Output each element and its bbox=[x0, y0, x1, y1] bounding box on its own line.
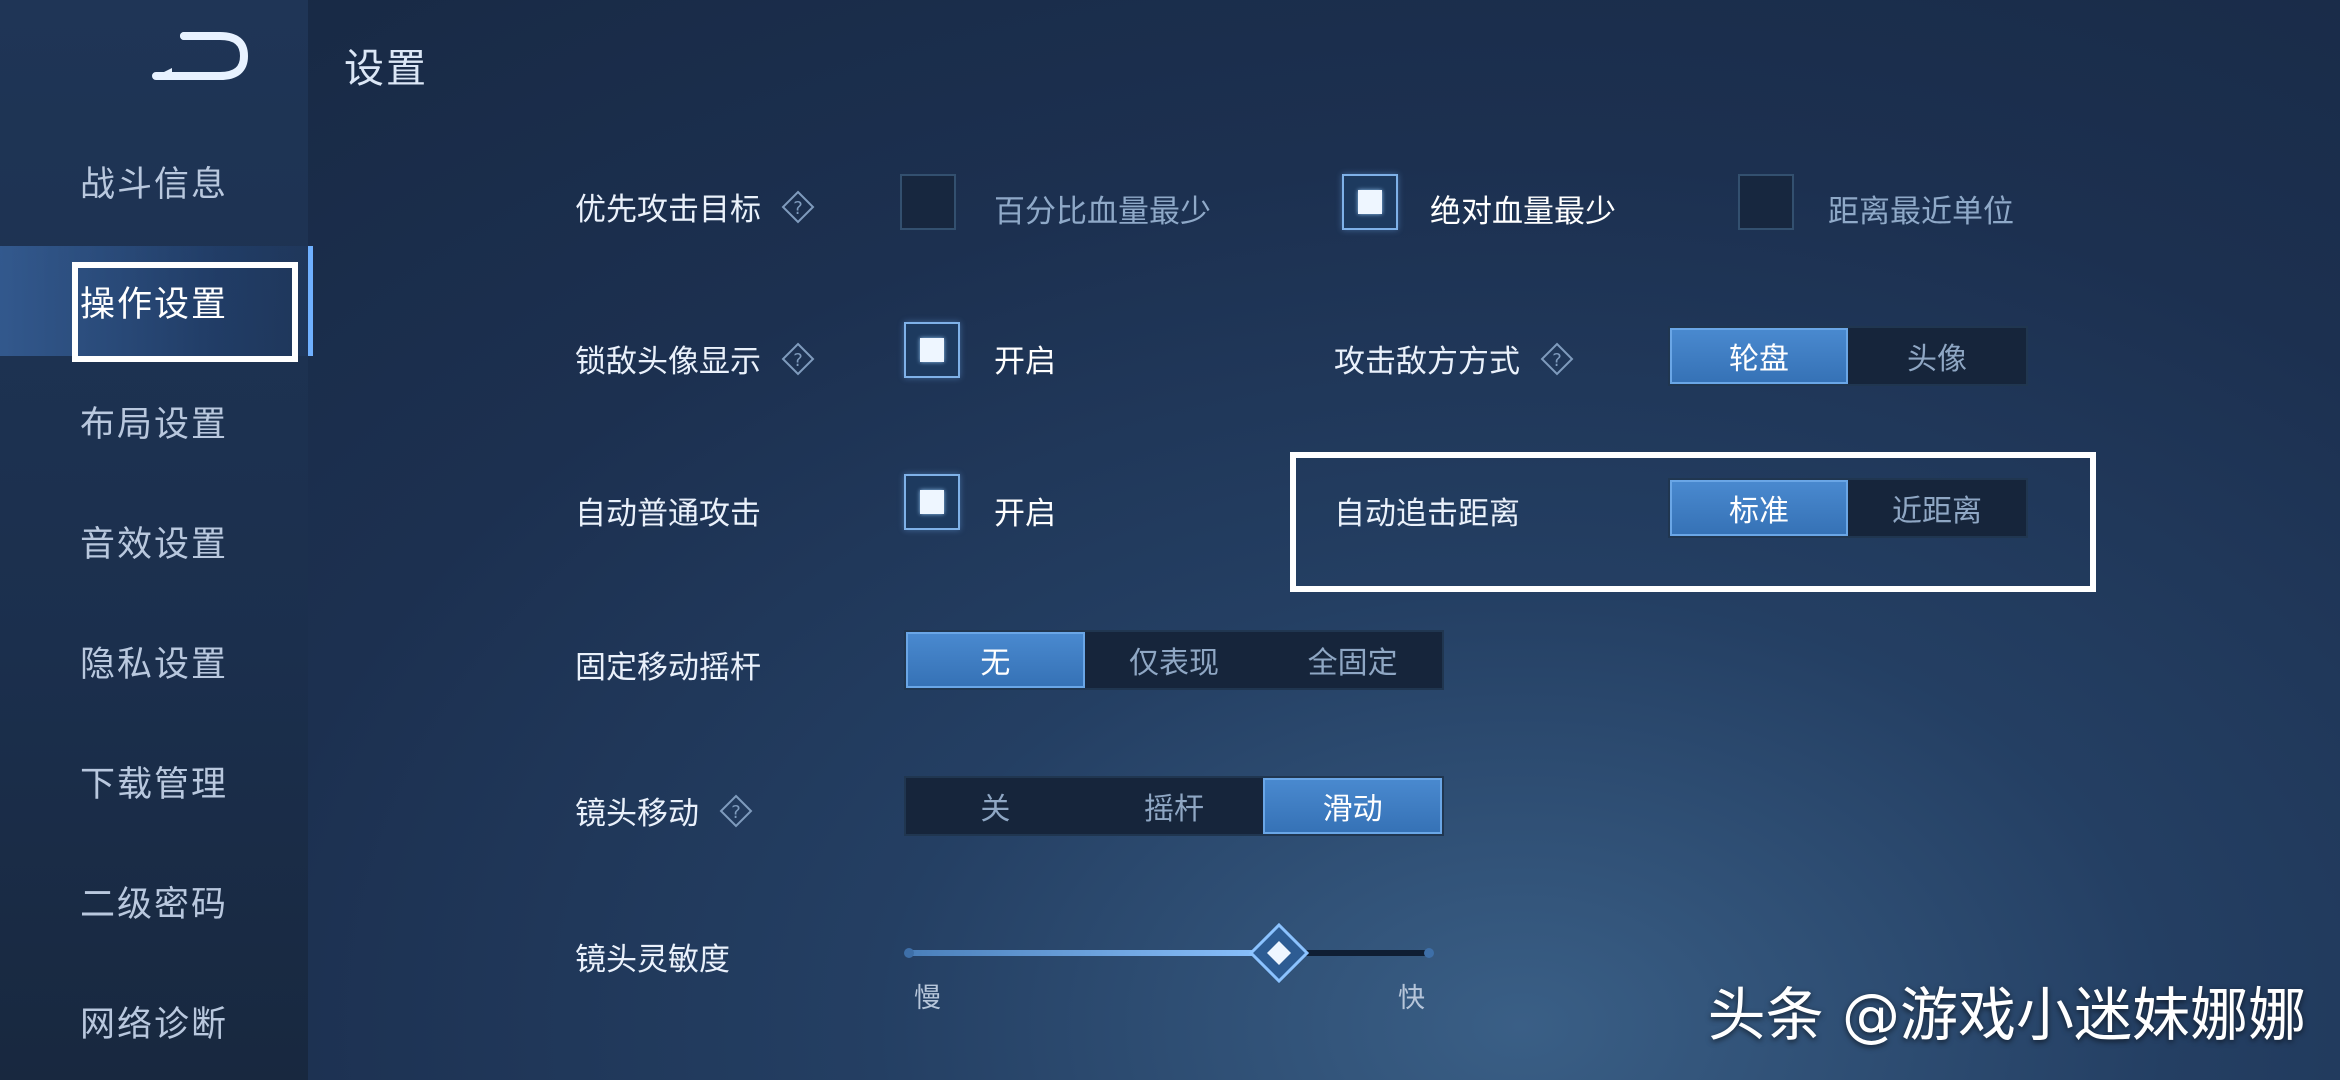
sidebar-item-label: 下载管理 bbox=[79, 764, 228, 805]
sidebar-item-label: 布局设置 bbox=[79, 404, 228, 445]
back-arrow-icon[interactable] bbox=[148, 28, 252, 84]
checkbox-percent-hp-lowest[interactable] bbox=[900, 174, 956, 230]
lock-avatar-label: 锁敌头像显示 bbox=[575, 344, 761, 380]
segment-close-range[interactable]: 近距离 bbox=[1848, 480, 2026, 536]
sidebar-item-battle-info[interactable]: 战斗信息 bbox=[0, 126, 308, 236]
lock-avatar-row: 锁敌头像显示 ? bbox=[575, 336, 815, 381]
auto-attack-checkbox-label: 开启 bbox=[994, 496, 1056, 532]
segment-wheel[interactable]: 轮盘 bbox=[1670, 328, 1848, 384]
svg-text:?: ? bbox=[793, 350, 803, 371]
sidebar-item-layout-settings[interactable]: 布局设置 bbox=[0, 366, 308, 476]
slider-end-dot bbox=[1424, 948, 1434, 958]
segment-standard[interactable]: 标准 bbox=[1670, 480, 1848, 536]
sidebar-item-download-management[interactable]: 下载管理 bbox=[0, 726, 308, 836]
svg-text:?: ? bbox=[731, 802, 741, 823]
segment-visual-only[interactable]: 仅表现 bbox=[1085, 632, 1264, 688]
camera-move-row: 镜头移动 ? bbox=[575, 788, 753, 833]
sidebar-item-label: 音效设置 bbox=[79, 524, 228, 565]
watermark: 头条 @游戏小迷妹娜娜 bbox=[1707, 981, 2306, 1049]
sidebar-item-label: 战斗信息 bbox=[79, 164, 228, 205]
lock-avatar-checkbox-label: 开启 bbox=[994, 344, 1056, 380]
segment-joystick[interactable]: 摇杆 bbox=[1085, 778, 1264, 834]
segment-avatar[interactable]: 头像 bbox=[1848, 328, 2026, 384]
attack-target-label: 优先攻击目标 bbox=[575, 192, 761, 228]
attack-mode-row: 攻击敌方方式 ? bbox=[1334, 336, 1574, 381]
camera-move-segmented: 关 摇杆 滑动 bbox=[904, 776, 1444, 836]
sidebar-item-sound-settings[interactable]: 音效设置 bbox=[0, 486, 308, 596]
attack-mode-segmented: 轮盘 头像 bbox=[1668, 326, 2028, 386]
sidebar-item-label: 隐私设置 bbox=[79, 644, 228, 685]
question-diamond-icon[interactable]: ? bbox=[719, 794, 753, 828]
diamond-knob-icon[interactable] bbox=[1248, 922, 1310, 984]
checkbox-nearest-unit[interactable] bbox=[1738, 174, 1794, 230]
sensitivity-slider-fill bbox=[908, 950, 1279, 956]
segment-swipe[interactable]: 滑动 bbox=[1263, 778, 1443, 834]
checkbox-absolute-hp-lowest[interactable] bbox=[1342, 174, 1398, 230]
svg-text:?: ? bbox=[793, 198, 803, 219]
sidebar-item-label: 二级密码 bbox=[79, 884, 228, 925]
segment-fully-fixed[interactable]: 全固定 bbox=[1263, 632, 1442, 688]
option-absolute-hp-lowest[interactable]: 绝对血量最少 bbox=[1430, 186, 1616, 231]
fixed-joystick-label: 固定移动摇杆 bbox=[575, 650, 761, 686]
page-title: 设置 bbox=[344, 46, 428, 92]
question-diamond-icon[interactable]: ? bbox=[781, 190, 815, 224]
sidebar-item-privacy-settings[interactable]: 隐私设置 bbox=[0, 606, 308, 716]
question-diamond-icon[interactable]: ? bbox=[1540, 342, 1574, 376]
checkbox-auto-attack[interactable] bbox=[904, 474, 960, 530]
sidebar-item-secondary-password[interactable]: 二级密码 bbox=[0, 846, 308, 956]
attack-target-row: 优先攻击目标 ? bbox=[575, 184, 815, 229]
sidebar-item-label: 网络诊断 bbox=[79, 1004, 228, 1045]
fixed-joystick-segmented: 无 仅表现 全固定 bbox=[904, 630, 1444, 690]
segment-none[interactable]: 无 bbox=[906, 632, 1085, 688]
camera-move-label: 镜头移动 bbox=[575, 796, 699, 832]
chase-distance-segmented: 标准 近距离 bbox=[1668, 478, 2028, 538]
chase-distance-label: 自动追击距离 bbox=[1334, 496, 1520, 532]
svg-text:?: ? bbox=[1552, 350, 1562, 371]
option-percent-hp-lowest[interactable]: 百分比血量最少 bbox=[994, 186, 1211, 231]
slider-min-label: 慢 bbox=[914, 983, 941, 1014]
auto-attack-row: 自动普通攻击 bbox=[575, 488, 761, 533]
slider-start-dot bbox=[904, 948, 914, 958]
auto-attack-label: 自动普通攻击 bbox=[575, 496, 761, 532]
question-diamond-icon[interactable]: ? bbox=[781, 342, 815, 376]
camera-sensitivity-row: 镜头灵敏度 bbox=[575, 934, 730, 979]
sidebar: 战斗信息 操作设置 布局设置 音效设置 隐私设置 下载管理 二级密码 网络诊断 bbox=[0, 0, 313, 1080]
checkbox-lock-avatar[interactable] bbox=[904, 322, 960, 378]
sensitivity-slider-track[interactable] bbox=[904, 922, 1434, 984]
chase-distance-row: 自动追击距离 bbox=[1334, 488, 1520, 533]
fixed-joystick-row: 固定移动摇杆 bbox=[575, 642, 761, 687]
annotation-box-sidebar bbox=[72, 262, 298, 362]
option-nearest-unit[interactable]: 距离最近单位 bbox=[1828, 186, 2014, 231]
slider-max-label: 快 bbox=[1398, 983, 1425, 1014]
camera-sensitivity-label: 镜头灵敏度 bbox=[575, 942, 730, 978]
attack-mode-label: 攻击敌方方式 bbox=[1334, 344, 1520, 380]
segment-off[interactable]: 关 bbox=[906, 778, 1085, 834]
sidebar-item-network-diagnosis[interactable]: 网络诊断 bbox=[0, 966, 308, 1076]
